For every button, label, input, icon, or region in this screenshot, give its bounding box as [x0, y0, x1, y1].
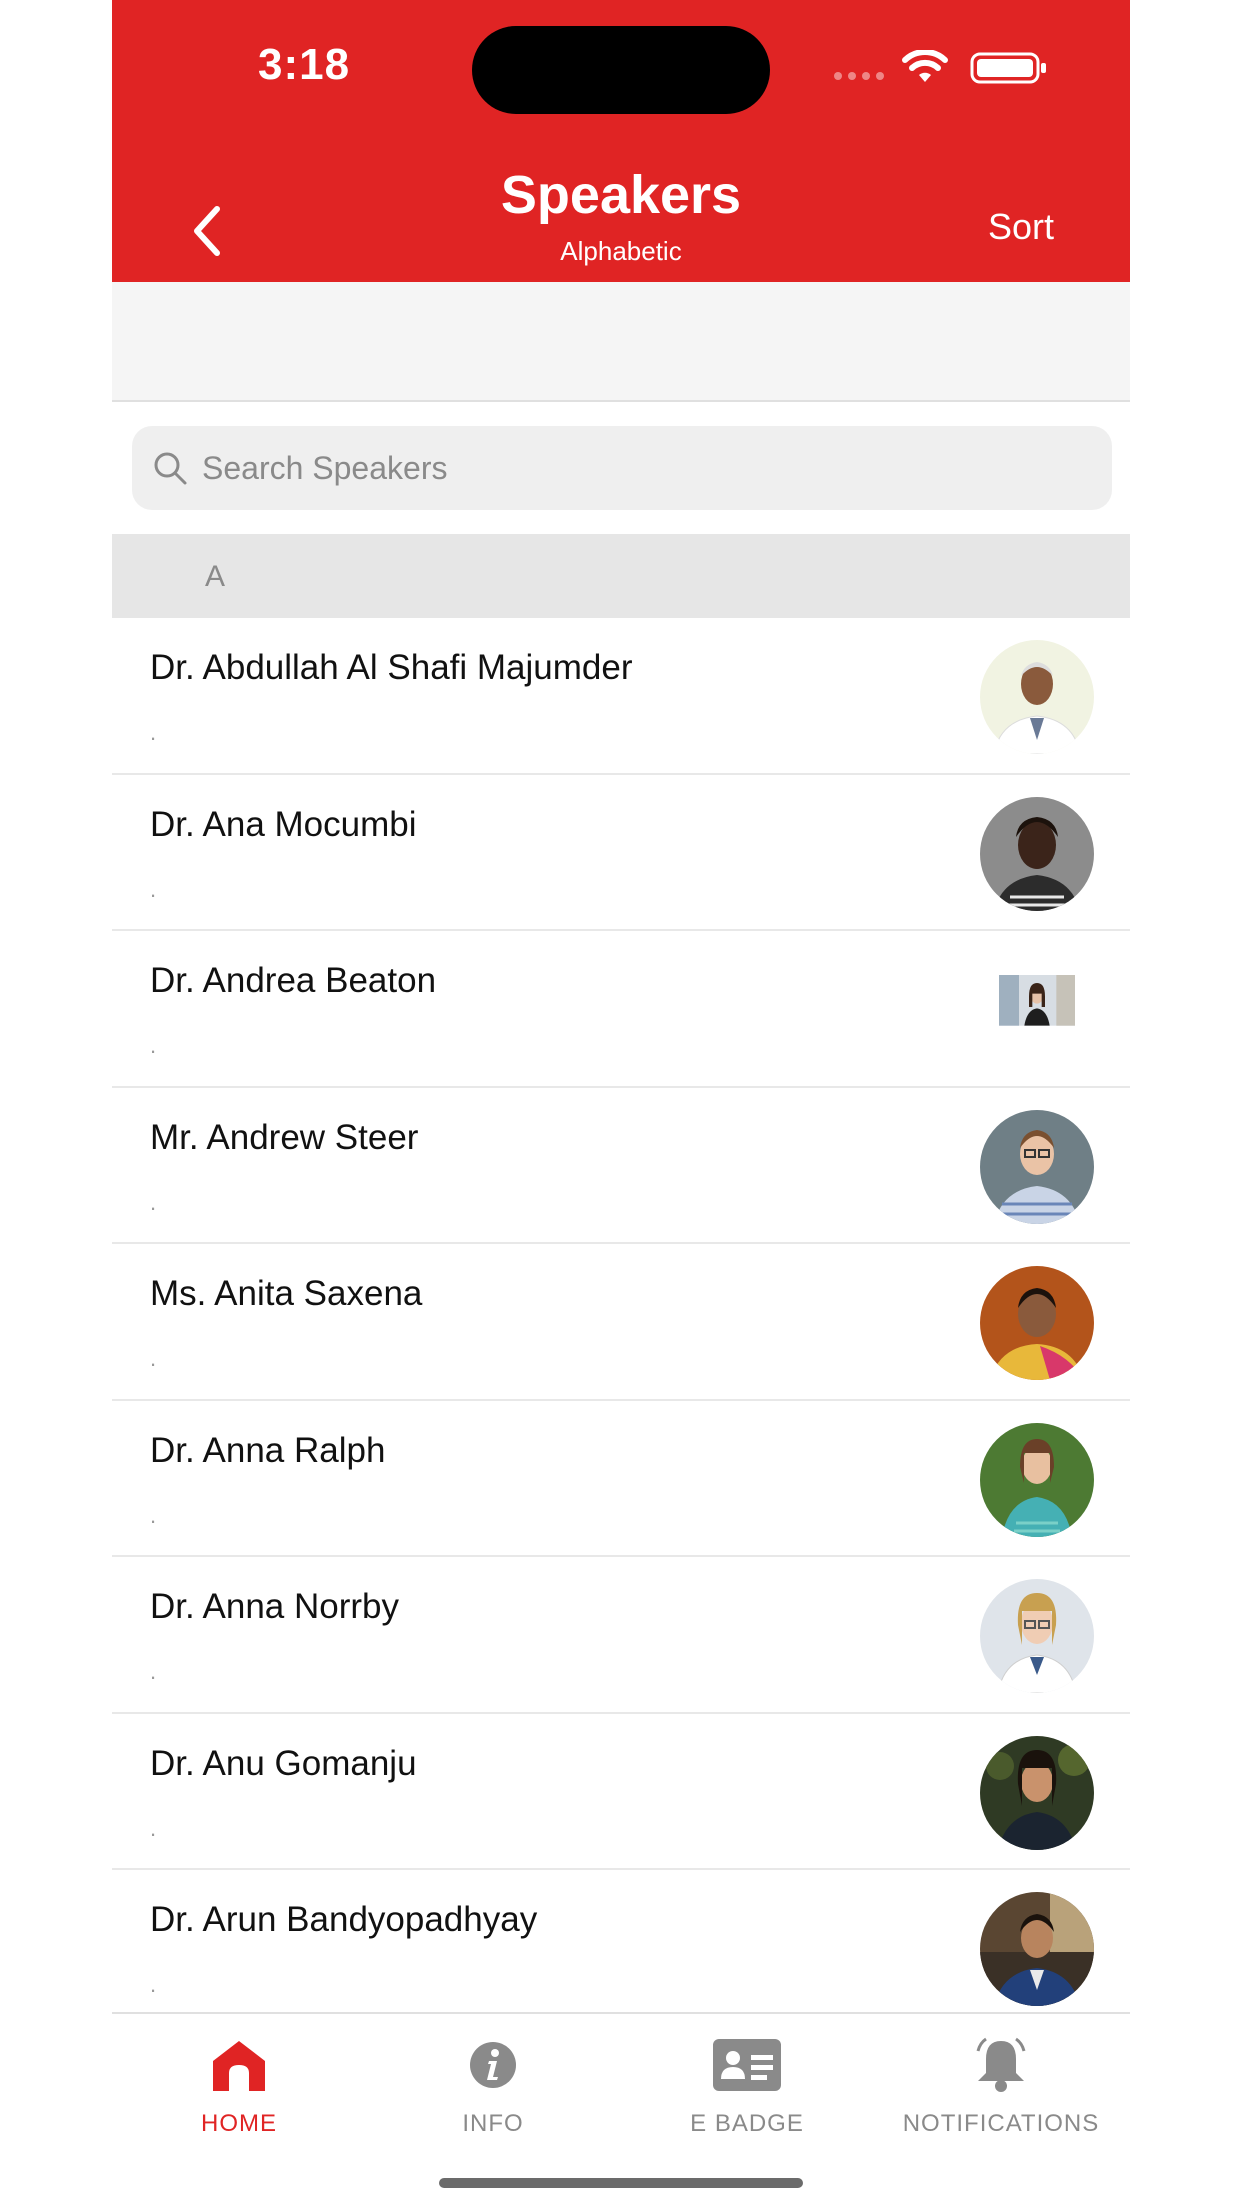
tab-label: E BADGE — [690, 2110, 804, 2137]
tab-label: HOME — [201, 2110, 277, 2137]
speaker-subtitle: . — [150, 1815, 157, 1841]
avatar — [980, 1892, 1094, 2006]
speakers-screen: 3:18 Speakers Alphabetic Sort Search Spe… — [112, 0, 1130, 2208]
tab-home[interactable]: HOME — [112, 2014, 366, 2144]
speaker-name: Dr. Anu Gomanju — [150, 1743, 417, 1783]
header-spacer — [112, 282, 1130, 402]
speaker-subtitle: . — [150, 1346, 157, 1371]
speaker-subtitle: . — [150, 720, 157, 745]
dynamic-island — [472, 26, 770, 114]
badge-icon — [713, 2039, 781, 2091]
info-icon — [470, 2042, 516, 2088]
speaker-name: Mr. Andrew Steer — [150, 1117, 419, 1157]
avatar — [999, 975, 1075, 1026]
avatar — [980, 1579, 1094, 1693]
tab-e-badge[interactable]: E BADGE — [620, 2014, 874, 2144]
speaker-name: Ms. Anita Saxena — [150, 1274, 423, 1313]
list-item[interactable]: Dr. Arun Bandyopadhyay . — [112, 1870, 1130, 2027]
speaker-subtitle: . — [150, 1659, 157, 1684]
speaker-name: Dr. Anna Norrby — [150, 1587, 399, 1626]
page-subtitle: Alphabetic — [560, 236, 682, 266]
avatar — [980, 1422, 1094, 1537]
list-item[interactable]: Dr. Anu Gomanju . — [112, 1713, 1130, 1870]
list-item[interactable]: Dr. Anna Ralph . — [112, 1400, 1130, 1557]
cellular-signal-icon — [834, 72, 890, 82]
list-item[interactable]: Dr. Abdullah Al Shafi Majumder . — [112, 618, 1130, 775]
speaker-name: Dr. Anna Ralph — [150, 1430, 386, 1470]
section-header: A — [112, 534, 1130, 618]
section-letter: A — [205, 560, 226, 593]
speaker-list: Dr. Abdullah Al Shafi Majumder . Dr. Ana… — [112, 618, 1130, 2027]
sort-button[interactable]: Sort — [988, 206, 1054, 248]
speaker-name: Dr. Arun Bandyopadhyay — [150, 1900, 538, 1939]
speaker-subtitle: . — [150, 1033, 157, 1058]
speaker-name: Dr. Abdullah Al Shafi Majumder — [150, 648, 633, 687]
list-item[interactable]: Dr. Andrea Beaton . — [112, 931, 1130, 1088]
tab-label: INFO — [462, 2110, 524, 2137]
home-indicator — [439, 2178, 803, 2188]
list-item[interactable]: Mr. Andrew Steer . — [112, 1087, 1130, 1244]
list-item[interactable]: Dr. Anna Norrby . — [112, 1557, 1130, 1714]
search-bar[interactable] — [132, 426, 1112, 510]
tab-notifications[interactable]: NOTIFICATIONS — [874, 2014, 1128, 2144]
speaker-subtitle: . — [150, 876, 157, 902]
avatar — [980, 1109, 1094, 1224]
page-title: Speakers — [500, 165, 742, 225]
home-icon — [213, 2041, 265, 2091]
speaker-subtitle: . — [150, 1502, 157, 1528]
list-item[interactable]: Ms. Anita Saxena . — [112, 1244, 1130, 1401]
speaker-subtitle: . — [150, 1972, 157, 1997]
status-time: 3:18 — [258, 40, 351, 89]
avatar — [980, 640, 1094, 754]
wifi-icon — [902, 50, 948, 82]
speaker-name: Dr. Andrea Beaton — [150, 961, 437, 1000]
avatar — [980, 1735, 1094, 1850]
search-icon — [154, 452, 187, 485]
avatar — [980, 796, 1094, 911]
speaker-name: Dr. Ana Mocumbi — [150, 804, 417, 844]
battery-icon — [970, 52, 1046, 84]
list-item[interactable]: Dr. Ana Mocumbi . — [112, 774, 1130, 931]
bell-icon — [976, 2037, 1026, 2092]
search-input[interactable] — [202, 449, 1082, 487]
tab-info[interactable]: INFO — [366, 2014, 620, 2144]
header-bar: 3:18 Speakers Alphabetic Sort — [112, 0, 1130, 282]
tab-label: NOTIFICATIONS — [902, 2110, 1100, 2137]
avatar — [980, 1266, 1094, 1380]
speaker-subtitle: . — [150, 1189, 157, 1215]
